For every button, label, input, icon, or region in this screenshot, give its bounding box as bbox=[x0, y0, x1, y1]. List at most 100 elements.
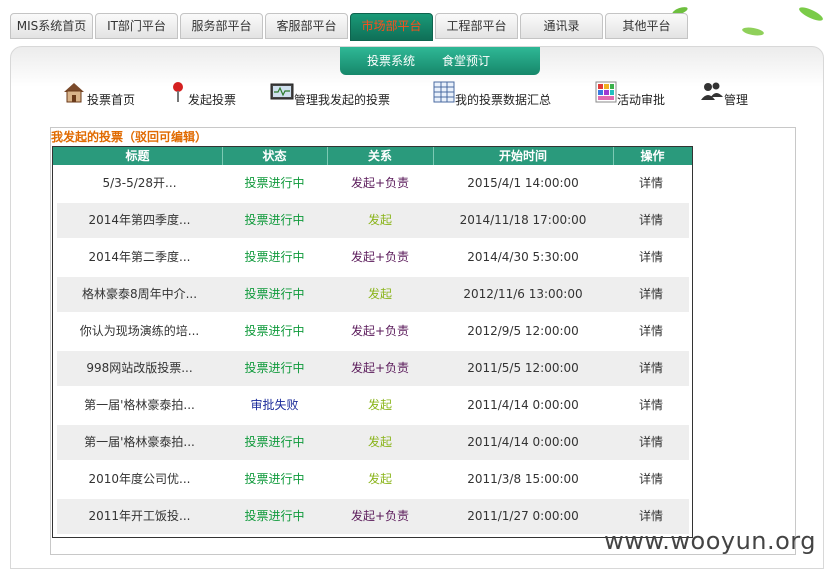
row-relation: 发起+负责 bbox=[327, 240, 434, 275]
table-row: 2014年第二季度... 投票进行中 发起+负责 2014/4/30 5:30:00 详… bbox=[57, 240, 689, 275]
users-icon bbox=[701, 82, 723, 100]
subnav-canteen-booking[interactable]: 食堂预订 bbox=[442, 47, 490, 75]
row-relation: 发起 bbox=[327, 462, 434, 497]
row-start-time: 2011/1/27 0:00:00 bbox=[433, 499, 614, 534]
column-header: 标题 bbox=[53, 147, 223, 165]
tool-my-vote-summary[interactable]: 我的投票数据汇总 bbox=[432, 80, 562, 110]
row-status: 投票进行中 bbox=[222, 462, 328, 497]
row-title[interactable]: 998网站改版投票... bbox=[57, 351, 223, 386]
tool-vote-home[interactable]: 投票首页 bbox=[62, 80, 142, 110]
row-relation: 发起+负责 bbox=[327, 499, 434, 534]
table-row: 你认为现场演练的培... 投票进行中 发起+负责 2012/9/5 12:00:00 详… bbox=[57, 314, 689, 349]
table-row: 格林豪泰8周年中介... 投票进行中 发起 2012/11/6 13:00:00 详情 bbox=[57, 277, 689, 312]
row-status: 投票进行中 bbox=[222, 166, 328, 201]
tool-label: 管理 bbox=[724, 93, 749, 107]
details-link[interactable]: 详情 bbox=[613, 351, 689, 386]
table-row: 2011年开工饭投... 投票进行中 发起+负责 2011/1/27 0:00:00 详… bbox=[57, 499, 689, 534]
details-link[interactable]: 详情 bbox=[613, 166, 689, 201]
table-row: 998网站改版投票... 投票进行中 发起+负责 2011/5/5 12:00:00 详… bbox=[57, 351, 689, 386]
row-status: 投票进行中 bbox=[222, 499, 328, 534]
row-status: 审批失败 bbox=[222, 388, 328, 423]
row-status: 投票进行中 bbox=[222, 277, 328, 312]
row-relation: 发起+负责 bbox=[327, 314, 434, 349]
row-start-time: 2012/9/5 12:00:00 bbox=[433, 314, 614, 349]
topnav-tab[interactable]: 市场部平台 bbox=[350, 13, 433, 41]
subnav-vote-system[interactable]: 投票系统 bbox=[367, 47, 415, 75]
row-title[interactable]: 2014年第二季度... bbox=[57, 240, 223, 275]
tool-label: 我的投票数据汇总 bbox=[455, 93, 552, 107]
topnav-tab[interactable]: 通讯录 bbox=[520, 13, 603, 39]
leaf-decoration bbox=[741, 26, 765, 37]
palette-icon bbox=[595, 81, 617, 103]
table-row: 5/3-5/28开... 投票进行中 发起+负责 2015/4/1 14:00:00 详… bbox=[57, 166, 689, 201]
vote-toolbar: 投票首页 发起投票 管理我发起的投票 我的投票数据汇总 活动审批 管理 bbox=[62, 80, 782, 110]
pin-icon bbox=[173, 82, 183, 102]
monitor-icon bbox=[270, 83, 294, 100]
table-row: 2010年度公司优... 投票进行中 发起 2011/3/8 15:00:00 详情 bbox=[57, 462, 689, 497]
row-relation: 发起 bbox=[327, 425, 434, 460]
sub-navigation: 投票系统 食堂预订 bbox=[340, 47, 540, 75]
details-link[interactable]: 详情 bbox=[613, 462, 689, 497]
row-start-time: 2011/5/5 12:00:00 bbox=[433, 351, 614, 386]
row-status: 投票进行中 bbox=[222, 314, 328, 349]
row-relation: 发起+负责 bbox=[327, 351, 434, 386]
row-title[interactable]: 第一届'格林豪泰拍... bbox=[57, 425, 223, 460]
row-status: 投票进行中 bbox=[222, 240, 328, 275]
row-start-time: 2015/4/1 14:00:00 bbox=[433, 166, 614, 201]
topnav-tab[interactable]: 工程部平台 bbox=[435, 13, 518, 39]
details-link[interactable]: 详情 bbox=[613, 314, 689, 349]
row-start-time: 2011/3/8 15:00:00 bbox=[433, 462, 614, 497]
row-relation: 发起 bbox=[327, 277, 434, 312]
leaf-decoration bbox=[797, 4, 825, 24]
details-link[interactable]: 详情 bbox=[613, 277, 689, 312]
details-link[interactable]: 详情 bbox=[613, 203, 689, 238]
row-title[interactable]: 第一届'格林豪泰拍... bbox=[57, 388, 223, 423]
column-header: 状态 bbox=[222, 147, 328, 165]
spreadsheet-icon bbox=[433, 81, 455, 103]
column-header: 操作 bbox=[640, 149, 665, 163]
row-title[interactable]: 2010年度公司优... bbox=[57, 462, 223, 497]
row-status: 投票进行中 bbox=[222, 425, 328, 460]
tool-label: 活动审批 bbox=[617, 93, 666, 107]
column-header: 开始时间 bbox=[433, 147, 614, 165]
tool-manage[interactable]: 管理 bbox=[700, 80, 770, 110]
row-relation: 发起 bbox=[327, 388, 434, 423]
table-row: 第一届'格林豪泰拍... 审批失败 发起 2011/4/14 0:00:00 详情 bbox=[57, 388, 689, 423]
row-title[interactable]: 你认为现场演练的培... bbox=[57, 314, 223, 349]
row-start-time: 2014/4/30 5:30:00 bbox=[433, 240, 614, 275]
details-link[interactable]: 详情 bbox=[613, 240, 689, 275]
topnav-tab[interactable]: 服务部平台 bbox=[180, 13, 263, 39]
topnav-tab[interactable]: 其他平台 bbox=[605, 13, 688, 39]
table-row: 第一届'格林豪泰拍... 投票进行中 发起 2011/4/14 0:00:00 详情 bbox=[57, 425, 689, 460]
watermark: www.wooyun.org bbox=[604, 527, 816, 555]
row-relation: 发起 bbox=[327, 203, 434, 238]
row-start-time: 2014/11/18 17:00:00 bbox=[433, 203, 614, 238]
row-status: 投票进行中 bbox=[222, 203, 328, 238]
details-link[interactable]: 详情 bbox=[613, 425, 689, 460]
row-title[interactable]: 2014年第四季度... bbox=[57, 203, 223, 238]
column-header: 关系 bbox=[327, 147, 434, 165]
vote-table: 标题 状态 关系 开始时间 操作 5/3-5/28开... 投票进行中 发起+负责 2015/… bbox=[52, 146, 693, 538]
tool-manage-my-votes[interactable]: 管理我发起的投票 bbox=[270, 80, 400, 110]
topnav-tab[interactable]: 客服部平台 bbox=[265, 13, 348, 39]
row-start-time: 2011/4/14 0:00:00 bbox=[433, 388, 614, 423]
tool-label: 发起投票 bbox=[188, 93, 237, 107]
row-title[interactable]: 5/3-5/28开... bbox=[57, 166, 223, 201]
tool-start-vote[interactable]: 发起投票 bbox=[166, 80, 246, 110]
house-icon bbox=[64, 83, 84, 103]
topnav-tab[interactable]: MIS系统首页 bbox=[10, 13, 93, 39]
tool-label: 管理我发起的投票 bbox=[294, 93, 391, 107]
row-relation: 发起+负责 bbox=[327, 166, 434, 201]
tool-activity-approval[interactable]: 活动审批 bbox=[594, 80, 684, 110]
row-start-time: 2012/11/6 13:00:00 bbox=[433, 277, 614, 312]
row-title[interactable]: 格林豪泰8周年中介... bbox=[57, 277, 223, 312]
row-title[interactable]: 2011年开工饭投... bbox=[57, 499, 223, 534]
tool-label: 投票首页 bbox=[87, 93, 136, 107]
section-title: 我发起的投票（驳回可编辑） bbox=[51, 130, 208, 144]
table-header: 标题 状态 关系 开始时间 操作 bbox=[53, 147, 692, 165]
details-link[interactable]: 详情 bbox=[613, 388, 689, 423]
topnav-tab[interactable]: IT部门平台 bbox=[95, 13, 178, 39]
row-start-time: 2011/4/14 0:00:00 bbox=[433, 425, 614, 460]
table-row: 2014年第四季度... 投票进行中 发起 2014/11/18 17:00:00 详情 bbox=[57, 203, 689, 238]
row-status: 投票进行中 bbox=[222, 351, 328, 386]
